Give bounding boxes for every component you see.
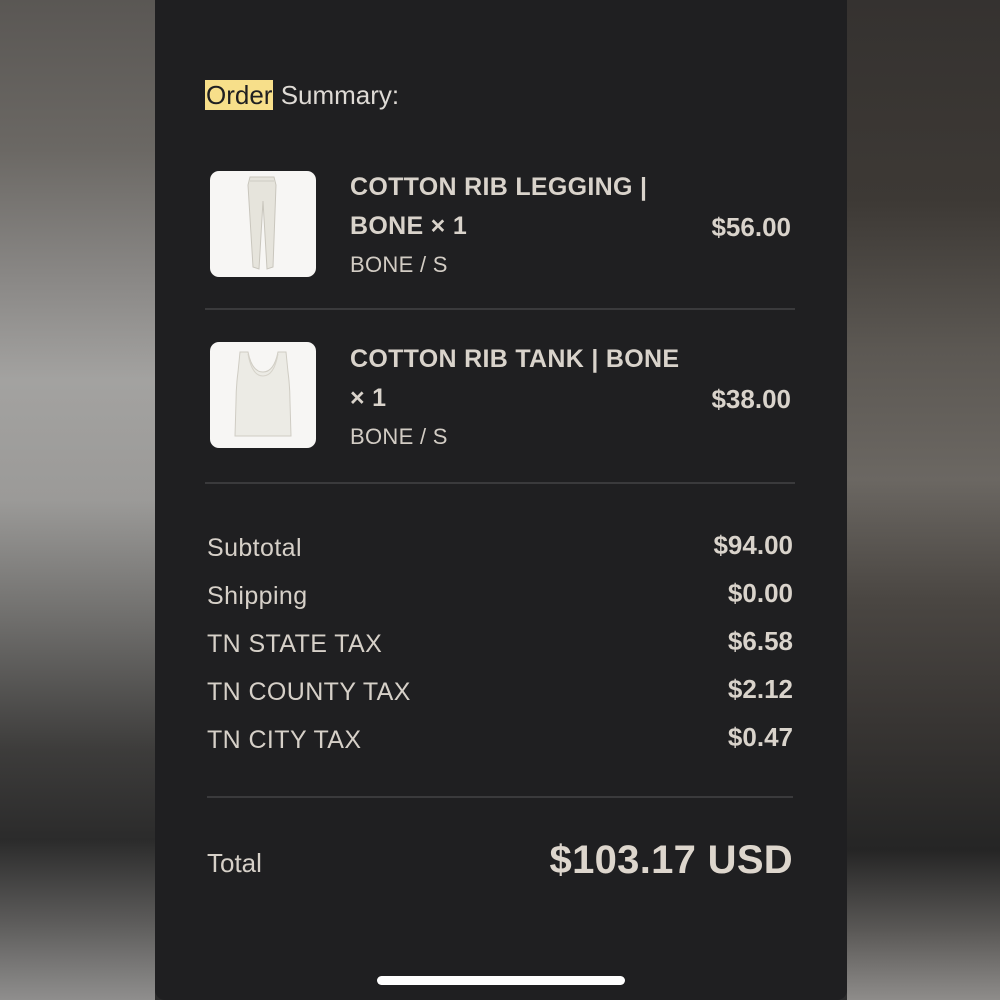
divider (205, 482, 795, 484)
legging-image (210, 171, 316, 277)
divider (205, 308, 795, 310)
order-summary-screen: Order Summary: COTTON RIB LEGGING | BONE… (155, 0, 847, 1000)
cost-label: Subtotal (207, 534, 302, 562)
background-blur-right (847, 0, 1000, 1000)
line-item-legging[interactable]: COTTON RIB LEGGING | BONE × 1 BONE / S $… (205, 170, 795, 290)
item-name: COTTON RIB LEGGING | BONE × 1 (350, 173, 648, 240)
total-value: $103.17 USD (549, 838, 793, 882)
item-variant: BONE / S (350, 424, 448, 449)
city-tax-row: TN CITY TAX $0.47 (207, 722, 793, 756)
item-variant: BONE / S (350, 252, 448, 277)
divider (207, 796, 793, 798)
cost-value: $0.00 (727, 578, 793, 608)
county-tax-row: TN COUNTY TAX $2.12 (207, 674, 793, 708)
heading-text: Summary: (273, 80, 400, 110)
cost-value: $0.47 (727, 722, 793, 752)
line-item-tank[interactable]: COTTON RIB TANK | BONE × 1 BONE / S $38.… (205, 342, 795, 462)
total-label: Total (207, 848, 262, 878)
cost-label: Shipping (207, 582, 308, 610)
state-tax-row: TN STATE TAX $6.58 (207, 626, 793, 660)
cost-value: $94.00 (713, 530, 793, 560)
cost-label: TN COUNTY TAX (207, 678, 411, 706)
cost-label: TN STATE TAX (207, 630, 383, 658)
heading-highlighted-word: Order (205, 80, 274, 110)
background-blur-left (0, 0, 155, 1000)
cost-value: $6.58 (727, 626, 793, 656)
subtotal-row: Subtotal $94.00 (207, 530, 793, 564)
item-price: $38.00 (711, 384, 791, 414)
item-name: COTTON RIB TANK | BONE × 1 (350, 345, 680, 412)
shipping-row: Shipping $0.00 (207, 578, 793, 612)
cost-value: $2.12 (727, 674, 793, 704)
cost-label: TN CITY TAX (207, 726, 362, 754)
order-summary-heading: Order Summary: (205, 80, 399, 111)
item-price: $56.00 (711, 212, 791, 242)
tank-top-image (210, 342, 316, 448)
home-indicator[interactable] (377, 976, 625, 985)
